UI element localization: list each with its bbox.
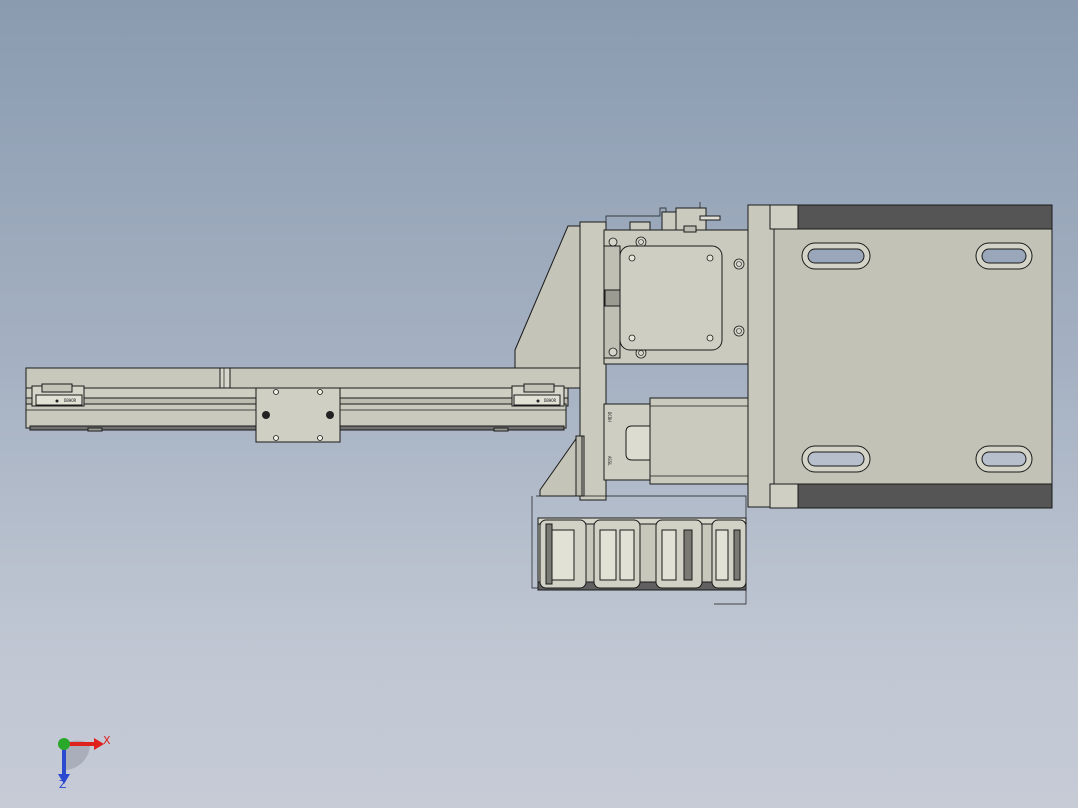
slot-bottom-right xyxy=(975,445,1033,473)
chain-link-4 xyxy=(711,519,747,589)
rail-block-left: DBHOR xyxy=(31,383,85,407)
carriage-plate[interactable] xyxy=(255,387,341,443)
slot-top-right xyxy=(975,242,1033,270)
cad-viewport[interactable]: DBHOR DBHOR DCDH ASSL X Z xyxy=(0,0,1078,808)
chain-link-2 xyxy=(593,519,641,589)
x-axis-label: X xyxy=(103,734,111,747)
sensor-bracket xyxy=(605,202,721,233)
rail-block-right-label: DBHOR xyxy=(544,398,557,403)
chain-link-1 xyxy=(539,519,587,589)
stepper-motor[interactable] xyxy=(619,245,723,351)
base-plate[interactable] xyxy=(747,204,1053,509)
z-axis-label: Z xyxy=(59,778,67,791)
vertical-guide-block[interactable]: DCDH ASSL xyxy=(603,397,749,485)
slot-top-left xyxy=(801,242,871,270)
slot-bottom-left xyxy=(801,445,871,473)
mounting-bracket[interactable] xyxy=(514,221,607,501)
chain-link-3 xyxy=(655,519,703,589)
y-axis-point-icon xyxy=(58,738,70,750)
guide-block-bottom-label: ASSL xyxy=(607,456,612,466)
cable-drag-chain[interactable] xyxy=(531,495,747,605)
guide-block-top-label: DCDH xyxy=(607,412,612,422)
rail-block-left-label: DBHOR xyxy=(64,398,77,403)
coordinate-triad: X Z xyxy=(58,734,111,791)
rail-block-right: DBHOR xyxy=(511,383,565,407)
